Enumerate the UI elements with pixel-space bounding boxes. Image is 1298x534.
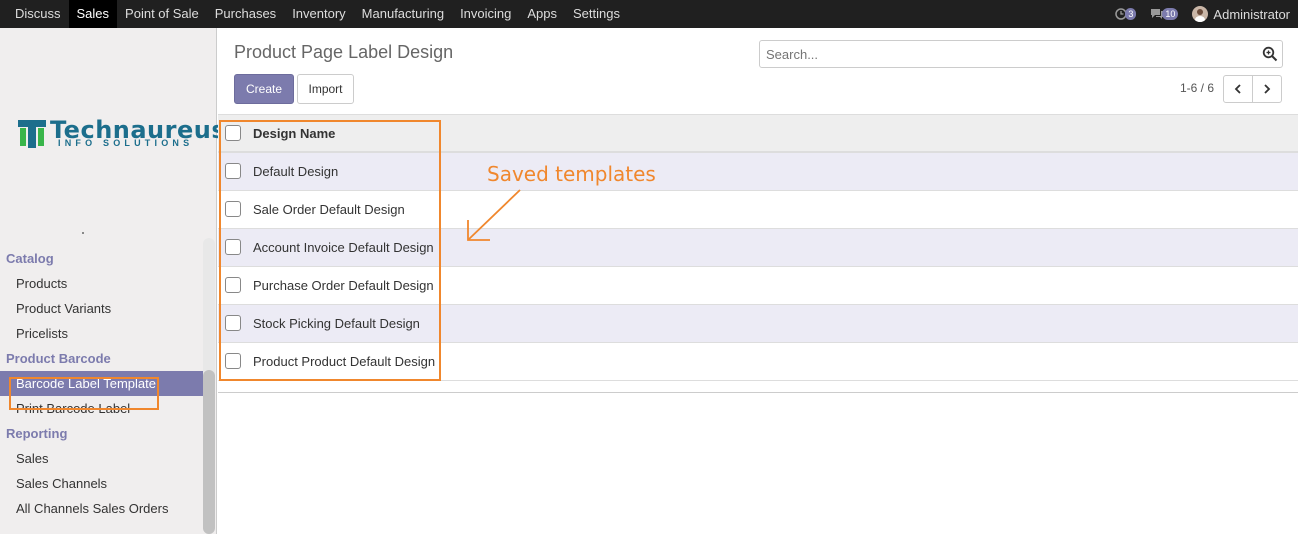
sidebar-item-print-barcode-label[interactable]: Print Barcode Label (0, 396, 203, 421)
list-view: Design Name Default Design Sale Order De… (218, 114, 1298, 393)
section-reporting: Reporting (6, 426, 68, 441)
menu-settings[interactable]: Settings (565, 0, 628, 28)
table-row[interactable]: Product Product Default Design (218, 343, 1298, 381)
list-footer (218, 381, 1298, 393)
sidebar-item-all-channels-sales-orders[interactable]: All Channels Sales Orders (0, 496, 203, 521)
select-all-checkbox[interactable] (225, 125, 241, 141)
design-name-cell: Account Invoice Default Design (253, 240, 434, 255)
menu-invoicing[interactable]: Invoicing (452, 0, 519, 28)
sidebar-scrollbar-thumb[interactable] (203, 370, 215, 534)
list-header: Design Name (218, 114, 1298, 153)
user-name: Administrator (1213, 6, 1290, 22)
row-checkbox[interactable] (225, 353, 241, 369)
annotation-label: Saved templates (487, 162, 656, 186)
create-button[interactable]: Create (234, 74, 294, 104)
chevron-right-icon (1264, 84, 1271, 94)
sidebar-item-barcode-label-template[interactable]: Barcode Label Template (0, 371, 203, 396)
design-name-cell: Purchase Order Default Design (253, 278, 434, 293)
menu-manufacturing[interactable]: Manufacturing (354, 0, 452, 28)
menu-inventory[interactable]: Inventory (284, 0, 353, 28)
sidebar-item-product-variants[interactable]: Product Variants (0, 296, 203, 321)
app-menu: Discuss Sales Point of Sale Purchases In… (0, 0, 628, 28)
pager-value[interactable]: 1-6 / 6 (1180, 81, 1214, 95)
row-checkbox[interactable] (225, 277, 241, 293)
avatar (1192, 6, 1209, 22)
main-content: Product Page Label Design Create Import … (218, 28, 1298, 534)
search-box (759, 40, 1283, 68)
design-name-cell: Product Product Default Design (253, 354, 436, 369)
top-navbar: Discuss Sales Point of Sale Purchases In… (0, 0, 1298, 28)
table-row[interactable]: Default Design (218, 153, 1298, 191)
search-icon[interactable] (1262, 46, 1278, 62)
activity-badge: 3 (1125, 8, 1137, 20)
menu-purchases[interactable]: Purchases (207, 0, 284, 28)
company-logo: Technaureus INFO SOLUTIONS (16, 116, 226, 152)
systray: 3 10 Administrator (1115, 0, 1298, 28)
divider-dot (82, 232, 84, 234)
pager-previous-button[interactable] (1223, 75, 1253, 103)
row-checkbox[interactable] (225, 239, 241, 255)
sidebar-nav: Catalog Products Product Variants Pricel… (0, 246, 203, 521)
messages-badge: 10 (1162, 8, 1179, 20)
messages-button[interactable]: 10 (1150, 8, 1179, 20)
menu-sales[interactable]: Sales (68, 0, 118, 28)
table-row[interactable]: Purchase Order Default Design (218, 267, 1298, 305)
sidebar-item-sales-channels[interactable]: Sales Channels (0, 471, 203, 496)
table-row[interactable]: Sale Order Default Design (218, 191, 1298, 229)
activity-button[interactable]: 3 (1115, 8, 1137, 20)
sidebar-item-pricelists[interactable]: Pricelists (0, 321, 203, 346)
row-checkbox[interactable] (225, 315, 241, 331)
chevron-left-icon (1234, 84, 1241, 94)
column-header-design-name[interactable]: Design Name (253, 126, 335, 141)
table-row[interactable]: Account Invoice Default Design (218, 229, 1298, 267)
design-name-cell: Stock Picking Default Design (253, 316, 420, 331)
import-button[interactable]: Import (297, 74, 354, 104)
row-checkbox[interactable] (225, 163, 241, 179)
page-title: Product Page Label Design (234, 42, 454, 62)
menu-apps[interactable]: Apps (519, 0, 565, 28)
user-menu[interactable]: Administrator (1192, 6, 1290, 22)
table-row[interactable]: Stock Picking Default Design (218, 305, 1298, 343)
search-input[interactable] (760, 41, 1250, 67)
arrow-icon (467, 189, 521, 241)
design-name-cell: Default Design (253, 164, 339, 179)
sidebar-item-sales[interactable]: Sales (0, 446, 203, 471)
pager-next-button[interactable] (1252, 75, 1282, 103)
row-checkbox[interactable] (225, 201, 241, 217)
section-product-barcode: Product Barcode (6, 351, 111, 366)
section-catalog: Catalog (6, 251, 54, 266)
menu-point-of-sale[interactable]: Point of Sale (117, 0, 207, 28)
logo-mark-icon (18, 120, 46, 148)
sidebar: Technaureus INFO SOLUTIONS Catalog Produ… (0, 28, 226, 534)
sidebar-item-products[interactable]: Products (0, 271, 203, 296)
design-name-cell: Sale Order Default Design (253, 202, 405, 217)
logo-subtext: INFO SOLUTIONS (58, 138, 194, 148)
menu-discuss[interactable]: Discuss (0, 0, 69, 28)
